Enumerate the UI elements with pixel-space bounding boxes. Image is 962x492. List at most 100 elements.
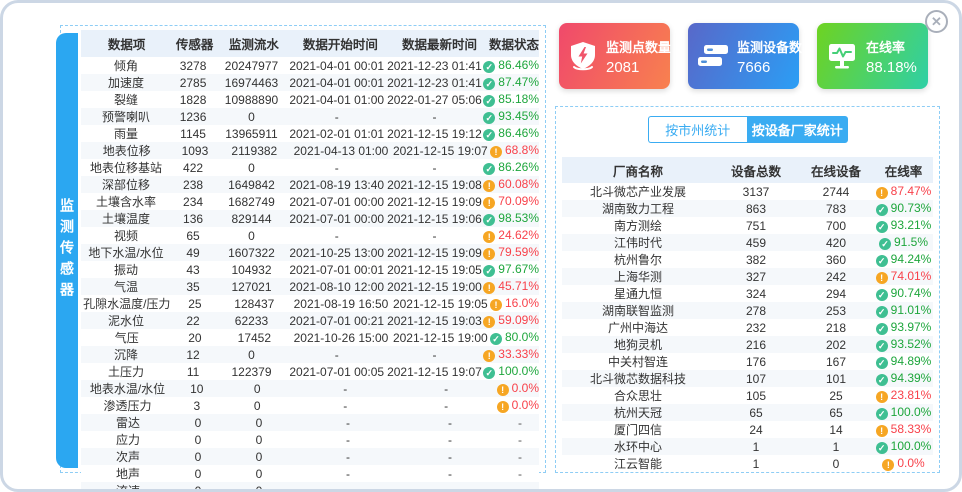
vendor-name-cell: 水环中心 [562,438,714,455]
data-item-cell: 振动 [81,261,171,278]
status-value: 60.08% [498,177,539,191]
vendor-name-cell: 星通九恒 [562,285,714,302]
status-value: 93.97% [891,320,932,334]
start-time-cell: - [297,484,399,492]
table-row: 杭州鲁尔382360✓94.24% [562,251,933,268]
status-cell: !58.33% [874,422,933,437]
check-circle-icon: ✓ [876,442,888,454]
vendor-name-cell: 北斗微芯数据科技 [562,370,714,387]
stat-card-monitor-points: 监测点数量 2081 [559,23,670,89]
flow-cell: 10988890 [215,93,288,107]
start-time-cell: - [288,348,386,362]
start-time-cell: 2021-04-01 00:01 [288,76,386,90]
flow-cell: 62233 [215,314,288,328]
table-row: 地表水温/水位100--!0.0% [81,380,539,397]
device-online-cell: 14 [798,423,874,437]
check-circle-icon: ✓ [483,129,495,141]
device-total-cell: 1 [714,440,798,454]
check-circle-icon: ✓ [483,95,495,107]
table-row: 江伟时代459420✓91.5% [562,234,933,251]
status-value: 0.0% [512,398,539,412]
col-data-item: 数据项 [81,34,172,53]
start-time-cell: - [288,161,386,175]
flow-cell: 1682749 [215,195,288,209]
device-online-cell: 1 [798,440,874,454]
sensors-cell: 49 [171,246,215,260]
data-item-cell: 倾角 [81,57,171,74]
latest-time-cell: 2021-12-15 19:00 [386,280,484,294]
table-row: 北斗微芯产业发展31372744!87.47% [562,183,933,200]
device-online-cell: 65 [798,406,874,420]
status-cell: ✓93.21% [874,218,933,233]
status-cell: ✓86.26% [483,160,539,175]
table-row: 深部位移23816498422021-08-19 13:402021-12-15… [81,176,539,193]
vendor-name-cell: 南方测绘 [562,217,714,234]
check-circle-icon: ✓ [483,112,495,124]
status-value: 86.26% [498,160,539,174]
latest-time-cell: 2021-12-15 19:06 [386,212,484,226]
sensors-cell: 238 [171,178,215,192]
check-circle-icon: ✓ [876,357,888,369]
tab-by-vendor[interactable]: 按设备厂家统计 [747,116,848,143]
sensors-cell: 25 [173,297,218,311]
check-circle-icon: ✓ [483,214,495,226]
stat-label: 在线率 [866,37,917,56]
check-circle-icon: ✓ [876,204,888,216]
flow-cell: 20247977 [215,59,288,73]
latest-time-cell: 2021-12-23 01:41 [386,59,484,73]
status-cell: ✓93.45% [483,109,539,124]
device-total-cell: 107 [714,372,798,386]
data-item-cell: 雨量 [81,125,171,142]
status-cell: - [501,416,539,430]
status-cell: ✓85.18% [483,92,539,107]
sensor-side-tab[interactable]: 监测传感器 [56,33,78,468]
start-time-cell: 2021-08-19 13:40 [288,178,386,192]
table-row: 倾角3278202479772021-04-01 00:012021-12-23… [81,57,539,74]
start-time-cell: 2021-07-01 00:00 [288,195,386,209]
check-circle-icon: ✓ [879,238,891,250]
device-total-cell: 232 [714,321,798,335]
start-time-cell: 2021-07-01 00:05 [288,365,386,379]
device-total-cell: 324 [714,287,798,301]
col-flow: 监测流水 [217,34,291,53]
stat-card-online-rate: 在线率 88.18% [817,23,928,89]
status-cell: ✓86.46% [483,58,539,73]
status-value: 91.01% [891,303,932,317]
latest-time-cell: 2021-12-15 19:03 [386,314,484,328]
status-value: 97.67% [498,262,539,276]
sensors-cell: 43 [171,263,215,277]
device-online-cell: 294 [798,287,874,301]
status-cell: !23.81% [874,388,933,403]
flow-cell: 1649842 [215,178,288,192]
check-circle-icon: ✓ [876,221,888,233]
latest-time-cell: 2021-12-15 19:07 [386,365,484,379]
vendor-table-header: 厂商名称 设备总数 在线设备 在线率 [562,157,933,183]
start-time-cell: 2021-08-10 12:00 [288,280,386,294]
status-cell: ✓98.53% [483,211,539,226]
flow-cell: 0 [220,382,295,396]
tab-by-region[interactable]: 按市州统计 [648,116,748,143]
dashboard-panel: ✕ 监测传感器 数据项 传感器 监测流水 数据开始时间 数据最新时间 数据状态 … [0,0,962,492]
status-value: 45.71% [498,279,539,293]
latest-time-cell: 2021-12-15 19:05 [391,297,490,311]
close-button[interactable]: ✕ [925,10,948,33]
flow-cell: 104932 [215,263,288,277]
warning-circle-icon: ! [882,459,894,471]
vendor-table-body: 北斗微芯产业发展31372744!87.47%湖南致力工程863783✓90.7… [562,183,933,472]
start-time-cell: - [295,399,396,413]
col-start-time: 数据开始时间 [291,34,390,53]
vendor-name-cell: 合众思壮 [562,387,714,404]
check-circle-icon: ✓ [876,323,888,335]
check-circle-icon: ✓ [483,265,495,277]
vendor-stats-panel: 按市州统计 按设备厂家统计 厂商名称 设备总数 在线设备 在线率 北斗微芯产业发… [555,106,940,473]
flow-cell: 1607322 [215,246,288,260]
monitor-pulse-icon [826,41,858,71]
warning-circle-icon: ! [483,282,495,294]
status-cell: !0.0% [497,381,539,396]
status-cell: ✓100.0% [874,405,933,420]
start-time-cell: 2021-10-26 15:00 [291,331,390,345]
data-item-cell: 地表水温/水位 [81,380,174,397]
data-item-cell: 地表位移基站 [81,159,171,176]
status-cell: ✓94.39% [874,371,933,386]
table-row: 孔隙水温度/压力251284372021-08-19 16:502021-12-… [81,295,539,312]
